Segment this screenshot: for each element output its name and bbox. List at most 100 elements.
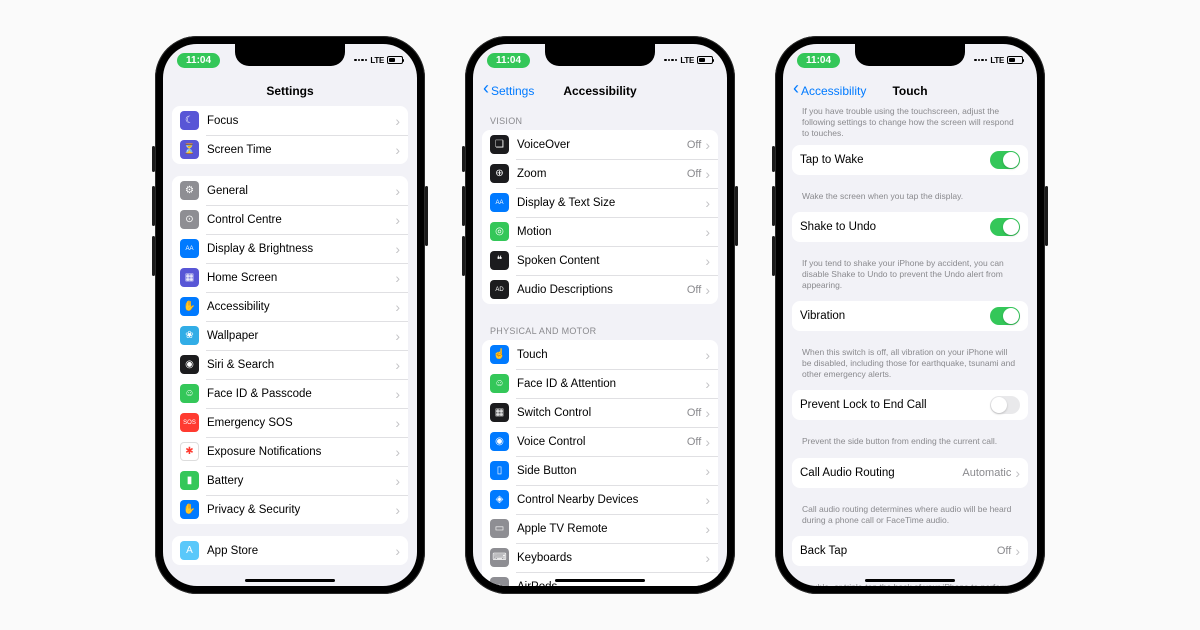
settings-row[interactable]: AApp Store›	[172, 536, 408, 565]
section-header: VISION	[482, 106, 718, 130]
settings-row[interactable]: ☺Face ID & Attention›	[482, 369, 718, 398]
settings-row[interactable]: ✱Exposure Notifications›	[172, 437, 408, 466]
row-label: Keyboards	[517, 552, 705, 564]
row-label: Display & Text Size	[517, 197, 705, 209]
settings-row[interactable]: ✋Privacy & Security›	[172, 495, 408, 524]
settings-row[interactable]: ☺Face ID & Passcode›	[172, 379, 408, 408]
settings-row[interactable]: ◎Motion›	[482, 217, 718, 246]
row-label: Display & Brightness	[207, 243, 395, 255]
status-time[interactable]: 11:04	[797, 53, 840, 68]
settings-row[interactable]: ◉Voice ControlOff›	[482, 427, 718, 456]
header-description: If you have trouble using the touchscree…	[792, 106, 1028, 145]
settings-row[interactable]: ❝Spoken Content›	[482, 246, 718, 275]
row-label: VoiceOver	[517, 139, 687, 151]
row-icon: ✋	[180, 500, 199, 519]
settings-row[interactable]: SOSEmergency SOS›	[172, 408, 408, 437]
row-label: Focus	[207, 115, 395, 127]
row-label: Shake to Undo	[800, 221, 990, 233]
row-icon: ❀	[180, 326, 199, 345]
home-indicator[interactable]	[245, 579, 335, 582]
row-label: Screen Time	[207, 144, 395, 156]
row-label: Audio Descriptions	[517, 284, 687, 296]
home-indicator[interactable]	[555, 579, 645, 582]
row-label: Vibration	[800, 310, 990, 322]
settings-row[interactable]: ▦Home Screen›	[172, 263, 408, 292]
row-label: Side Button	[517, 465, 705, 477]
phone-accessibility: 11:04 LTE Settings Accessibility VISION❏…	[465, 36, 735, 594]
settings-row[interactable]: AADisplay & Text Size›	[482, 188, 718, 217]
settings-row[interactable]: ⌨Keyboards›	[482, 543, 718, 572]
settings-row[interactable]: ▦Switch ControlOff›	[482, 398, 718, 427]
row-value: Off	[687, 139, 701, 151]
row-icon: ▦	[490, 403, 509, 422]
settings-row[interactable]: ⏳Screen Time›	[172, 135, 408, 164]
row-icon: ☺	[180, 384, 199, 403]
section-header: PHYSICAL AND MOTOR	[482, 316, 718, 340]
back-button[interactable]: Accessibility	[793, 84, 866, 98]
row-label: Face ID & Passcode	[207, 388, 395, 400]
row-icon: ◉	[180, 355, 199, 374]
row-label: Siri & Search	[207, 359, 395, 371]
settings-row[interactable]: ☝Touch›	[482, 340, 718, 369]
settings-row[interactable]: Shake to Undo	[792, 212, 1028, 242]
settings-row[interactable]: Call Audio RoutingAutomatic›	[792, 458, 1028, 488]
row-icon: ☺	[490, 374, 509, 393]
row-icon: ◈	[490, 490, 509, 509]
settings-row[interactable]: ▯Side Button›	[482, 456, 718, 485]
footer-description: Call audio routing determines where audi…	[792, 500, 1028, 536]
row-label: Voice Control	[517, 436, 687, 448]
row-icon: AA	[180, 239, 199, 258]
home-indicator[interactable]	[865, 579, 955, 582]
row-icon: AA	[490, 193, 509, 212]
row-icon: A	[180, 541, 199, 560]
settings-row[interactable]: Vibration	[792, 301, 1028, 331]
row-icon: ▭	[490, 519, 509, 538]
row-value: Off	[687, 407, 701, 419]
row-label: Exposure Notifications	[207, 446, 395, 458]
row-label: Touch	[517, 349, 705, 361]
page-title: Settings	[266, 84, 313, 98]
row-icon: ⊕	[490, 164, 509, 183]
toggle-switch[interactable]	[990, 396, 1020, 414]
settings-row[interactable]: Back TapOff›	[792, 536, 1028, 566]
status-time[interactable]: 11:04	[177, 53, 220, 68]
settings-row[interactable]: ⚙General›	[172, 176, 408, 205]
back-button[interactable]: Settings	[483, 84, 534, 98]
row-label: Tap to Wake	[800, 154, 990, 166]
status-time[interactable]: 11:04	[487, 53, 530, 68]
settings-row[interactable]: ⊕ZoomOff›	[482, 159, 718, 188]
row-icon: AD	[490, 280, 509, 299]
row-icon: ▯	[490, 461, 509, 480]
settings-row[interactable]: AADisplay & Brightness›	[172, 234, 408, 263]
settings-row[interactable]: ❏VoiceOverOff›	[482, 130, 718, 159]
row-value: Off	[687, 168, 701, 180]
row-label: Privacy & Security	[207, 504, 395, 516]
row-icon: ▦	[180, 268, 199, 287]
row-icon: ◎	[490, 222, 509, 241]
row-icon: ☾	[180, 111, 199, 130]
row-icon: ✱	[180, 442, 199, 461]
settings-row[interactable]: ◈Control Nearby Devices›	[482, 485, 718, 514]
settings-row[interactable]: ✋Accessibility›	[172, 292, 408, 321]
footer-description: When this switch is off, all vibration o…	[792, 343, 1028, 390]
settings-row[interactable]: ◉Siri & Search›	[172, 350, 408, 379]
settings-row[interactable]: ❀Wallpaper›	[172, 321, 408, 350]
settings-row[interactable]: Prevent Lock to End Call	[792, 390, 1028, 420]
toggle-switch[interactable]	[990, 307, 1020, 325]
phone-touch: 11:04 LTE Accessibility Touch If you hav…	[775, 36, 1045, 594]
toggle-switch[interactable]	[990, 151, 1020, 169]
row-icon: ❏	[490, 135, 509, 154]
settings-row[interactable]: ▭Apple TV Remote›	[482, 514, 718, 543]
settings-row[interactable]: ☾Focus›	[172, 106, 408, 135]
row-icon: ◦	[490, 577, 509, 586]
settings-row[interactable]: ▮Battery›	[172, 466, 408, 495]
row-label: Switch Control	[517, 407, 687, 419]
settings-row[interactable]: ADAudio DescriptionsOff›	[482, 275, 718, 304]
page-title: Accessibility	[563, 84, 636, 98]
settings-row[interactable]: Tap to Wake	[792, 145, 1028, 175]
toggle-switch[interactable]	[990, 218, 1020, 236]
row-label: Wallpaper	[207, 330, 395, 342]
settings-row[interactable]: ⊙Control Centre›	[172, 205, 408, 234]
row-icon: ⌨	[490, 548, 509, 567]
row-value: Off	[687, 436, 701, 448]
